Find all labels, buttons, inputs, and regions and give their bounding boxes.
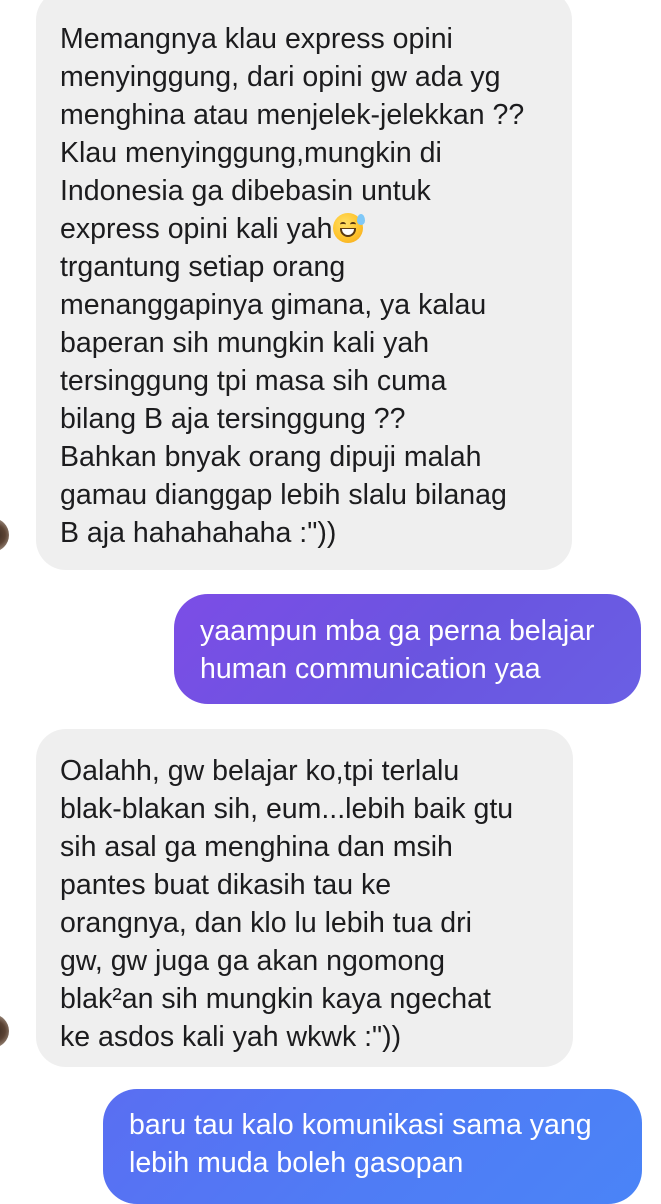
message-line: blak²an sih mungkin kaya ngechat — [60, 983, 491, 1015]
message-line: Memangnya klau express opini — [60, 23, 453, 55]
message-line: Indonesia ga dibebasin untuk — [60, 175, 431, 207]
message-line: yaampun mba ga perna belajar — [200, 615, 595, 647]
outgoing-message-bubble[interactable]: yaampun mba ga perna belajar human commu… — [174, 594, 641, 704]
message-line: pantes buat dikasih tau ke — [60, 869, 392, 901]
message-line: gamau dianggap lebih slalu bilanag — [60, 479, 507, 511]
message-line: Oalahh, gw belajar ko,tpi terlalu — [60, 755, 460, 787]
incoming-message-bubble[interactable]: Oalahh, gw belajar ko,tpi terlalu blak-b… — [36, 729, 573, 1067]
message-line: sih asal ga menghina dan msih — [60, 831, 453, 863]
message-line: Klau menyinggung,mungkin di — [60, 137, 442, 169]
message-line: menghina atau menjelek-jelekkan ?? — [60, 99, 525, 131]
message-line: tersinggung tpi masa sih cuma — [60, 365, 447, 397]
message-line: lebih muda boleh gasopan — [129, 1147, 464, 1179]
message-line: Bahkan bnyak orang dipuji malah — [60, 441, 482, 473]
message-line: menyinggung, dari opini gw ada yg — [60, 61, 501, 93]
message-line: gw, gw juga ga akan ngomong — [60, 945, 446, 977]
message-line: ke asdos kali yah wkwk :")) — [60, 1021, 402, 1053]
message-line: baru tau kalo komunikasi sama yang — [129, 1109, 592, 1141]
message-line: human communication yaa — [200, 653, 541, 685]
incoming-message-bubble[interactable]: Memangnya klau express opini menyinggung… — [36, 0, 572, 570]
message-line: orangnya, dan klo lu lebih tua dri — [60, 907, 472, 939]
message-line: B aja hahahahaha :")) — [60, 517, 337, 549]
message-line: trgantung setiap orang — [60, 251, 346, 283]
message-line: bilang B aja tersinggung ?? — [60, 403, 406, 435]
sender-avatar[interactable] — [0, 1014, 9, 1048]
message-line: express opini kali yah — [60, 213, 333, 245]
message-line: baperan sih mungkin kali yah — [60, 327, 430, 359]
message-line: menanggapinya gimana, ya kalau — [60, 289, 487, 321]
outgoing-message-bubble[interactable]: baru tau kalo komunikasi sama yang lebih… — [103, 1089, 642, 1204]
message-line: blak-blakan sih, eum...lebih baik gtu — [60, 793, 514, 825]
sender-avatar[interactable] — [0, 518, 9, 552]
grinning-sweat-emoji-icon — [333, 213, 366, 243]
